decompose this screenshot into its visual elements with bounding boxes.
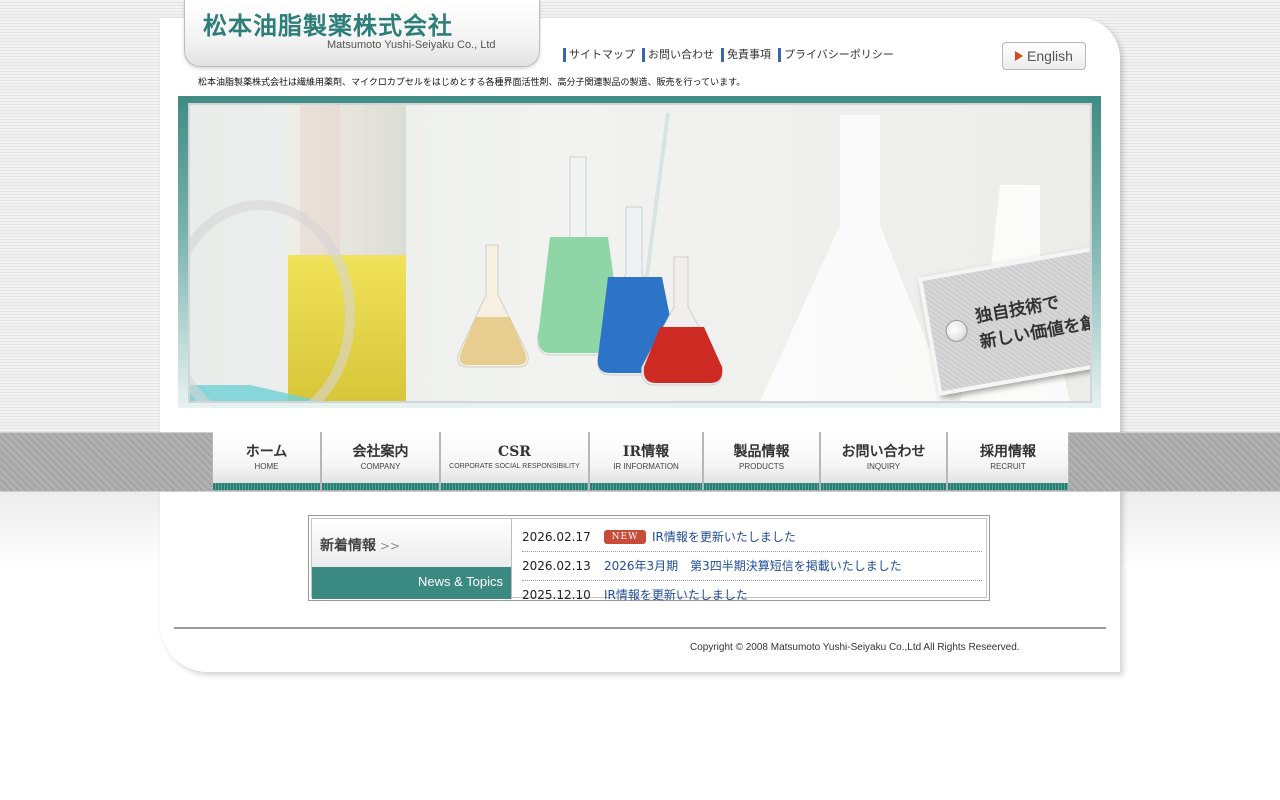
footer-divider — [174, 627, 1106, 629]
news-date: 2026.02.13 — [522, 559, 591, 573]
callout-bullet-icon — [943, 318, 970, 344]
sitemap-link[interactable]: サイトマップ — [563, 48, 635, 62]
logo-title-en: Matsumoto Yushi-Seiyaku Co., Ltd — [327, 39, 496, 51]
logo[interactable]: 松本油脂製薬株式会社 Matsumoto Yushi-Seiyaku Co., … — [184, 0, 540, 67]
news-link[interactable]: 2026年3月期 第3四半期決算短信を掲載いたしました — [604, 553, 902, 579]
nav-label-en: RECRUIT — [990, 462, 1026, 471]
new-badge: NEW — [604, 530, 646, 544]
nav-home[interactable]: ホーム HOME — [212, 432, 321, 490]
hero-banner: 独自技術で 新しい価値を創造し続けます。 — [188, 103, 1092, 403]
nav-inquiry[interactable]: お問い合わせ INQUIRY — [820, 432, 947, 490]
nav-products[interactable]: 製品情報 PRODUCTS — [703, 432, 820, 490]
nav-label-en: PRODUCTS — [739, 462, 784, 471]
play-arrow-icon — [1015, 51, 1024, 61]
nav-label-jp: 製品情報 — [733, 444, 790, 460]
news-list: 2026.02.17 NEW IR情報を更新いたしました 2026.02.13 … — [522, 523, 982, 609]
news-date: 2026.02.17 — [522, 530, 591, 544]
nav-company[interactable]: 会社案内 COMPANY — [321, 432, 440, 490]
nav-label-en: COMPANY — [360, 462, 401, 471]
news-item: 2025.12.10 IR情報を更新いたしました — [522, 581, 982, 609]
news-title: 新着情報 >> — [320, 535, 400, 555]
nav-label-jp: 採用情報 — [980, 444, 1036, 460]
news-item: 2026.02.13 2026年3月期 第3四半期決算短信を掲載いたしました — [522, 552, 982, 581]
tagline: 松本油脂製薬株式会社は繊維用薬剤、マイクロカプセルをはじめとする各種界面活性剤、… — [198, 78, 746, 88]
news-date: 2025.12.10 — [522, 588, 591, 602]
disclaimer-link[interactable]: 免責事項 — [721, 48, 771, 62]
nav-label-jp: お問い合わせ — [841, 444, 926, 460]
contact-link[interactable]: お問い合わせ — [642, 48, 714, 62]
english-label: English — [1027, 48, 1073, 64]
news-panel: 新着情報 >> News & Topics 2026.02.17 NEW IR情報… — [308, 515, 990, 602]
news-item: 2026.02.17 NEW IR情報を更新いたしました — [522, 523, 982, 552]
nav-label-jp: CSR — [498, 444, 531, 460]
chevron-right-icon: >> — [380, 539, 401, 553]
news-inner: 新着情報 >> News & Topics 2026.02.17 NEW IR情報… — [311, 518, 987, 602]
utility-links: サイトマップ お問い合わせ 免責事項 プライバシーポリシー — [563, 48, 894, 62]
news-header: 新着情報 >> News & Topics — [312, 519, 512, 599]
news-subtitle: News & Topics — [312, 567, 511, 599]
privacy-policy-link[interactable]: プライバシーポリシー — [778, 48, 894, 62]
english-button[interactable]: English — [1002, 42, 1086, 70]
nav-ir[interactable]: IR情報 IR INFORMATION — [589, 432, 703, 490]
nav-label-en: HOME — [254, 462, 279, 471]
copyright: Copyright © 2008 Matsumoto Yushi-Seiyaku… — [690, 642, 1020, 653]
news-link[interactable]: IR情報を更新いたしました — [604, 582, 748, 608]
nav-label-jp: IR情報 — [622, 444, 670, 460]
nav-csr[interactable]: CSR CORPORATE SOCIAL RESPONSIBILITY — [440, 432, 589, 490]
nav-recruit[interactable]: 採用情報 RECRUIT — [947, 432, 1069, 490]
news-link[interactable]: IR情報を更新いたしました — [652, 524, 796, 550]
nav-label-jp: ホーム — [245, 444, 288, 460]
nav-label-jp: 会社案内 — [352, 444, 409, 460]
logo-title-jp: 松本油脂製薬株式会社 — [203, 12, 453, 40]
main-navigation: ホーム HOME 会社案内 COMPANY CSR CORPORATE SOCI… — [212, 432, 1069, 490]
nav-label-en: IR INFORMATION — [613, 462, 679, 471]
nav-label-en: CORPORATE SOCIAL RESPONSIBILITY — [449, 463, 580, 470]
nav-label-en: INQUIRY — [866, 462, 901, 471]
news-title-text: 新着情報 — [320, 538, 376, 554]
